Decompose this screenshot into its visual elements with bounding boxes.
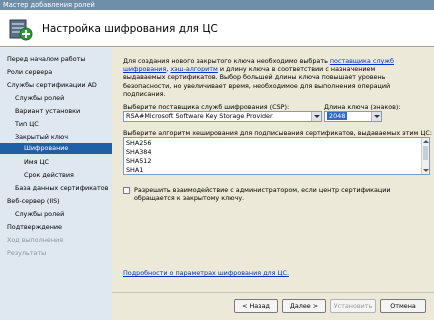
list-scrollbar[interactable] (421, 138, 429, 174)
sidebar-item-ca-type[interactable]: Тип ЦС (15, 119, 39, 130)
sidebar-item-certificate-database[interactable]: База данных сертификатов (15, 183, 108, 194)
install-button: Установить (330, 299, 376, 313)
chevron-down-icon[interactable] (311, 112, 321, 121)
content-pane: Для создания нового закрытого ключа необ… (112, 48, 434, 292)
window-titlebar: Мастер добавления ролей (0, 0, 434, 10)
chevron-down-icon[interactable] (371, 112, 381, 121)
back-button[interactable]: < Назад (234, 299, 278, 313)
scroll-down-icon[interactable] (422, 167, 429, 174)
sidebar-item-ca-name[interactable]: Имя ЦС (24, 157, 49, 168)
sidebar-item-web-server-iis[interactable]: Веб-сервер (IIS) (7, 196, 60, 207)
sidebar-item-cryptography[interactable]: Шифрование (0, 143, 112, 154)
intro-text: Для создания нового закрытого ключа необ… (123, 57, 394, 98)
sidebar-item-confirmation[interactable]: Подтверждение (7, 222, 62, 233)
crypto-options-link[interactable]: Подробности о параметрах шифрования для … (123, 269, 289, 277)
scroll-thumb[interactable] (423, 146, 428, 160)
sidebar-item-progress: Ход выполнения (7, 236, 64, 244)
csp-dropdown[interactable]: RSA#Microsoft Software Key Storage Provi… (123, 111, 322, 122)
admin-interaction-checkbox[interactable] (123, 187, 130, 194)
sidebar-item-setup-type[interactable]: Вариант установки (15, 106, 80, 117)
hash-label: Выберите алгоритм хеширования для подпис… (123, 129, 432, 137)
sidebar-item-private-key[interactable]: Закрытый ключ (15, 132, 68, 143)
list-item[interactable]: SHA512 (126, 157, 151, 166)
next-button[interactable]: Далее > (282, 299, 326, 313)
key-length-value: 2048 (327, 112, 348, 120)
sidebar-item-before-you-begin[interactable]: Перед началом работы (7, 54, 85, 65)
list-item[interactable]: SHA256 (126, 139, 151, 148)
wizard-footer: < Назад Далее > Установить Отмена (112, 292, 434, 320)
wizard-sidebar: Перед началом работы Роли сервера Службы… (0, 48, 112, 320)
list-item[interactable]: SHA384 (126, 148, 151, 157)
list-item[interactable]: SHA1 (126, 166, 143, 174)
admin-interaction-label: Разрешить взаимодействие с администратор… (134, 186, 391, 203)
sidebar-item-role-services[interactable]: Службы ролей (15, 93, 64, 104)
csp-dropdown-value: RSA#Microsoft Software Key Storage Provi… (126, 112, 273, 120)
hash-algorithm-link[interactable]: хэш-алгоритм (170, 65, 217, 73)
scroll-up-icon[interactable] (422, 138, 429, 145)
sidebar-item-server-roles[interactable]: Роли сервера (7, 67, 52, 78)
sidebar-item-ad-cs[interactable]: Службы сертификации AD (7, 80, 97, 91)
key-length-label: Длина ключа (знаков): (324, 103, 401, 111)
csp-label: Выберите поставщика служб шифрования (CS… (123, 103, 290, 111)
sidebar-item-iis-role-services[interactable]: Службы ролей (15, 209, 64, 220)
cancel-button[interactable]: Отмена (380, 299, 426, 313)
wizard-header: Настройка шифрования для ЦС (0, 10, 434, 47)
sidebar-item-results: Результаты (7, 249, 47, 257)
hash-algorithm-list[interactable]: SHA256 SHA384 SHA512 SHA1 (123, 137, 430, 175)
window-title: Мастер добавления ролей (3, 1, 95, 9)
key-length-dropdown[interactable]: 2048 (324, 111, 382, 122)
sidebar-item-validity-period[interactable]: Срок действия (24, 170, 74, 181)
server-add-role-icon (9, 19, 33, 41)
page-title: Настройка шифрования для ЦС (42, 23, 218, 35)
